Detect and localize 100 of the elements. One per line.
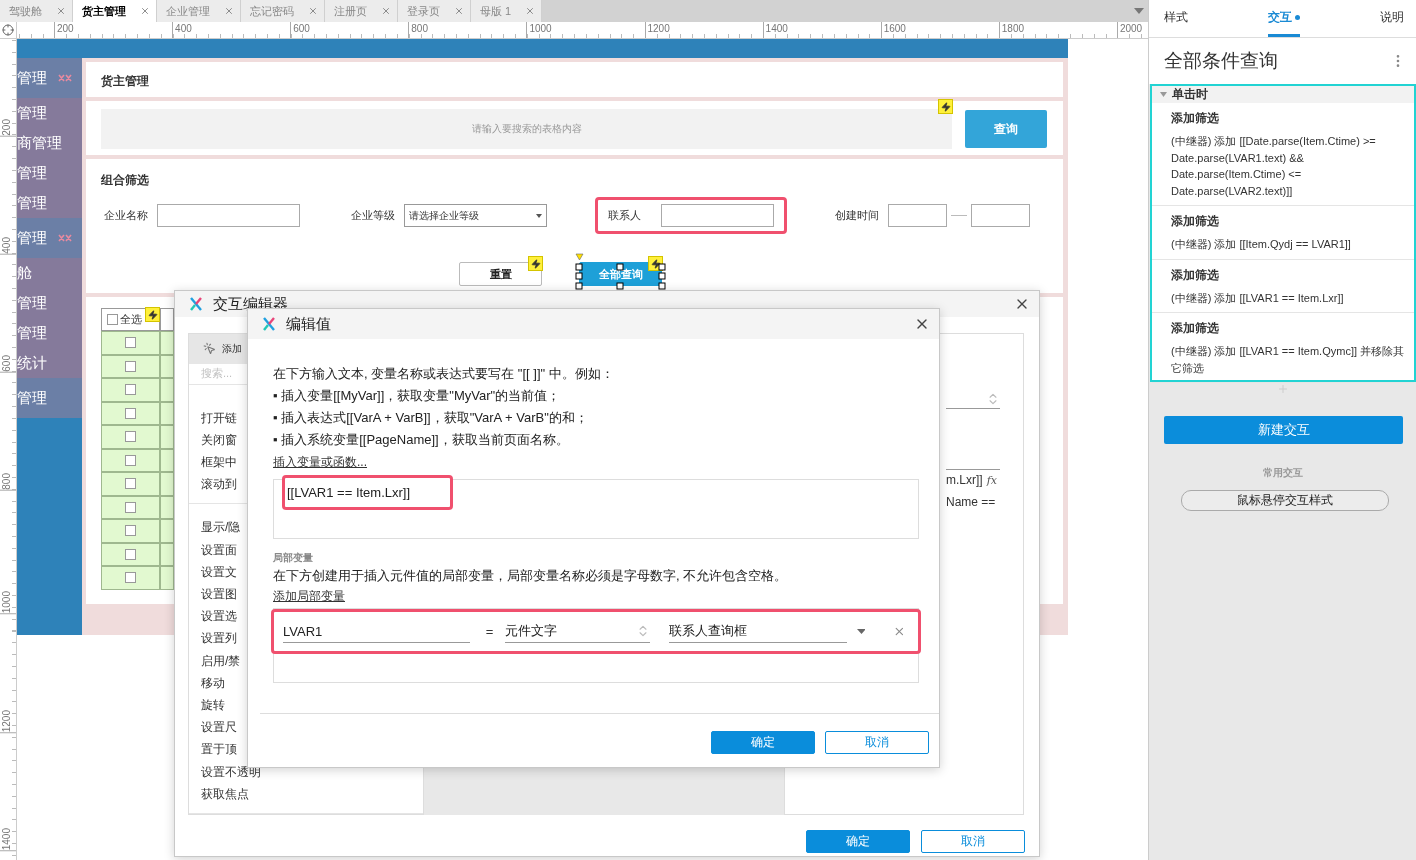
confirm-button[interactable]: 确定 (711, 731, 815, 754)
add-variable-link[interactable]: 添加局部变量 (273, 587, 345, 605)
dialog-title: 编辑值 (286, 314, 331, 334)
sidebar-item[interactable]: 管理 (17, 288, 82, 318)
checkbox[interactable] (125, 525, 136, 537)
document-tab[interactable]: 货主管理 (73, 0, 157, 22)
caret-icon[interactable] (1160, 91, 1167, 98)
lightning-icon (528, 256, 543, 271)
sidebar-item[interactable]: 舱 (17, 258, 82, 288)
fx-button[interactable]: fx (986, 473, 997, 487)
ruler-label: 200 (0, 117, 16, 137)
panel-tab[interactable]: 说明 (1380, 0, 1404, 37)
filter-button[interactable]: 重置 (459, 262, 542, 286)
instruction-text: 在下方输入文本, 变量名称或表达式要写在 "[[ ]]" 中。例如： (273, 365, 615, 383)
ruler-label: 1200 (644, 22, 670, 38)
type-select[interactable]: 元件文字 (505, 620, 651, 643)
instruction-text: ▪ 插入系统变量[[PageName]]，获取当前页面名称。 (273, 431, 570, 449)
sidebar-item[interactable]: 管理 (17, 98, 82, 128)
confirm-button[interactable]: 确定 (806, 830, 910, 853)
common-action-button[interactable]: 鼠标悬停交互样式 (1181, 490, 1389, 511)
checkbox[interactable] (125, 572, 136, 584)
app-logo-icon (262, 317, 276, 331)
select-field[interactable]: 请选择企业等级 (404, 204, 547, 227)
action-item[interactable]: 获取焦点 (201, 782, 411, 805)
expression-text: Name == (946, 495, 997, 509)
checkbox[interactable] (125, 478, 136, 490)
action-description: (中继器) 添加 [[Date.parse(Item.Ctime) >= Date.parse(LVAR1.text) && Date.parse(Item.Ctime) <= Date.parse(LVAR2.text)]] (1171, 134, 1377, 199)
field-label: 企业等级 (351, 208, 396, 223)
section-title: 常用交互 (1262, 466, 1303, 480)
field-label: 联系人 (608, 208, 642, 223)
select-all-label: 全选 (120, 312, 142, 327)
action-title: 添加筛选 (1171, 320, 1220, 337)
action-block[interactable]: 添加筛选 (中继器) 添加 [[LVAR1 == Item.Qymc]] 并移除其它筛选 (1152, 313, 1414, 383)
double-x-icon (58, 74, 72, 82)
input-field[interactable] (661, 204, 774, 227)
action-title: 添加筛选 (1171, 213, 1220, 230)
double-x-icon (58, 234, 72, 242)
checkbox[interactable] (107, 314, 118, 325)
event-header[interactable]: 单击时 (1152, 86, 1414, 103)
ruler-label: 2000 (1116, 22, 1143, 38)
ruler-label: 1000 (526, 22, 552, 38)
sidebar-item[interactable]: 管理 (17, 158, 82, 188)
ruler-label: 1200 (0, 707, 16, 733)
panel-tab[interactable]: 样式 (1164, 0, 1188, 37)
sidebar-item[interactable]: 管理 (17, 318, 82, 348)
expression-text: [[LVAR1 == Item.Lxr]] (287, 485, 411, 500)
ruler-label: 400 (172, 22, 192, 38)
field-label: 企业名称 (104, 208, 149, 223)
cancel-button[interactable]: 取消 (825, 731, 929, 754)
ruler-label: 800 (0, 471, 16, 491)
ruler-label: 200 (54, 22, 74, 38)
new-interaction-button[interactable]: 新建交互 (1164, 416, 1403, 444)
action-description: (中继器) 添加 [[Item.Qydj == LVAR1]] (1171, 237, 1352, 252)
ruler-label: 1000 (0, 589, 16, 615)
checkbox[interactable] (125, 548, 136, 560)
checkbox[interactable] (125, 360, 136, 372)
widget-name: 全部条件查询 (1164, 49, 1278, 73)
ruler-label: 600 (0, 353, 16, 373)
cursor-click-icon (203, 342, 216, 356)
selection-handles-drawing[interactable] (575, 253, 666, 290)
sidebar-item[interactable]: 管理 (17, 188, 82, 218)
action-title: 添加筛选 (1171, 266, 1220, 284)
section-title: 局部变量 (273, 551, 314, 565)
variable-name-field[interactable]: LVAR1 (283, 620, 470, 643)
checkbox[interactable] (125, 431, 136, 443)
ruler-label: 1600 (880, 22, 906, 38)
lightning-icon (938, 99, 953, 114)
input-field[interactable] (157, 204, 300, 227)
ruler-label: 1800 (998, 22, 1025, 38)
action-block[interactable]: 添加筛选 (中继器) 添加 [[Item.Qydj == LVAR1]] (1152, 206, 1414, 260)
caret-icon (536, 213, 542, 218)
instruction-text: 在下方创建用于插入元件值的局部变量，局部变量名称必须是字母数字, 不允许包含空格。 (273, 567, 789, 585)
action-block[interactable]: 添加筛选 (中继器) 添加 [[LVAR1 == Item.Lxr]] (1152, 259, 1414, 313)
select-field[interactable] (946, 392, 1000, 409)
sidebar-item[interactable]: 统计 (17, 348, 82, 378)
insert-variable-link[interactable]: 插入变量或函数... (273, 453, 367, 471)
equals-sign: = (485, 624, 494, 639)
sidebar-item[interactable]: 商管理 (17, 128, 82, 158)
lightning-icon (145, 307, 160, 322)
placeholder: 请输入要搜索的表格内容 (471, 122, 582, 136)
date-field[interactable] (971, 204, 1030, 227)
action-description: (中继器) 添加 [[LVAR1 == Item.Qymc]] 并移除其它筛选 (1171, 344, 1406, 376)
checkbox[interactable] (125, 407, 136, 419)
crosshair-icon (2, 24, 14, 36)
checkbox[interactable] (125, 501, 136, 513)
modified-dot-icon (1295, 14, 1300, 20)
ruler-label: 600 (290, 22, 310, 38)
date-field[interactable] (888, 204, 947, 227)
page-title: 货主管理 (100, 73, 150, 90)
instruction-text: ▪ 插入表达式[[VarA + VarB]]，获取"VarA + VarB"的和； (273, 409, 589, 427)
action-block[interactable]: 添加筛选 (中继器) 添加 [[Date.parse(Item.Ctime) >= Date.parse(LVAR1.text) && Date.parse(Item.Ctime) <= Date.parse(LVAR2.text)]] (1152, 103, 1414, 206)
target-select[interactable]: 联系人查询框 (669, 620, 847, 643)
cancel-button[interactable]: 取消 (921, 830, 1025, 853)
checkbox[interactable] (125, 384, 136, 396)
checkbox[interactable] (125, 454, 136, 466)
expression-text: m.Lxr]] (946, 473, 983, 487)
checkbox[interactable] (125, 337, 136, 349)
action-title: 添加筛选 (1171, 110, 1220, 127)
caret-icon[interactable] (856, 629, 866, 634)
caret-icon[interactable] (1134, 8, 1144, 14)
